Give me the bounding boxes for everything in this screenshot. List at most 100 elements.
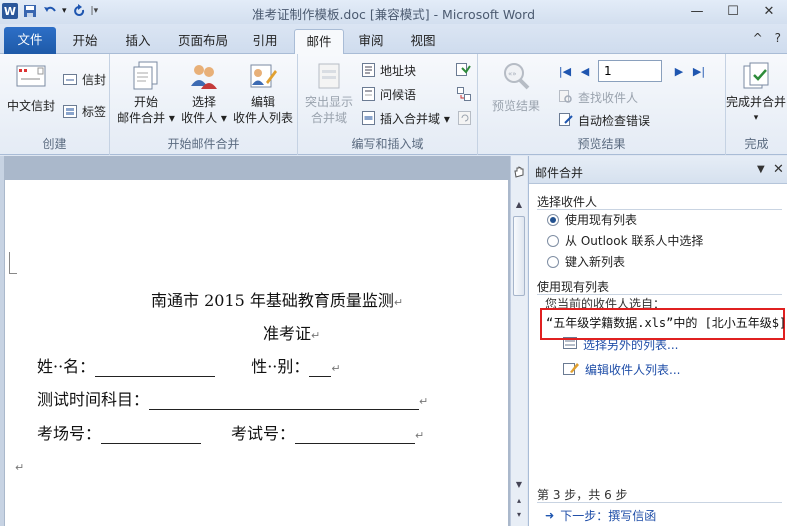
next-record-icon[interactable]: ▶ [672, 64, 686, 78]
edit-recipients-icon [563, 361, 579, 378]
match-fields-icon [456, 86, 472, 102]
test-time-field[interactable] [149, 396, 420, 410]
start-mail-merge-button[interactable]: 开始 邮件合并 ▾ [114, 60, 178, 126]
name-gender-row[interactable]: 姓··名： 性··别： ↵ [37, 353, 341, 377]
document-vertical-scrollbar[interactable]: ▲ ▼ ▴ ▾ [510, 156, 527, 526]
room-field[interactable] [101, 430, 202, 444]
envelopes-button[interactable]: 信封 [62, 70, 106, 88]
previous-page-icon[interactable]: ▴ [511, 494, 527, 508]
gender-field[interactable] [309, 363, 332, 377]
section-divider [537, 209, 782, 210]
rules-button[interactable] [456, 61, 472, 79]
recipient-source-text: “五年级学籍数据.xls”中的 [北小五年级$] [546, 316, 787, 330]
name-field[interactable] [95, 363, 216, 377]
group-write-insert-label: 编写和插入域 [351, 137, 424, 151]
vertical-ruler [0, 156, 4, 526]
finish-merge-icon [740, 60, 772, 92]
next-arrow-icon: ➜ [545, 509, 555, 522]
exam-number-field[interactable] [295, 430, 416, 444]
greeting-line-button[interactable]: 问候语 [360, 85, 416, 103]
edit-list-icon [247, 60, 279, 92]
start-merge-icon [130, 60, 162, 92]
edit-recipient-list-link[interactable]: 编辑收件人列表... [563, 361, 680, 378]
record-number-input[interactable] [598, 60, 662, 82]
tab-review[interactable]: 审阅 [346, 29, 396, 54]
scroll-up-icon[interactable]: ▲ [511, 198, 527, 212]
test-time-row[interactable]: 测试时间科目： ↵ [37, 386, 428, 410]
empty-paragraph[interactable]: ↵ [15, 456, 24, 475]
next-page-icon[interactable]: ▾ [511, 508, 527, 522]
room-exam-row[interactable]: 考场号： 考试号： ↵ [37, 420, 424, 444]
radio-type-new-list[interactable]: 键入新列表 [547, 253, 625, 270]
last-record-icon[interactable]: ▶| [692, 64, 706, 78]
mail-merge-pane: 邮件合并 ▼ ✕ 选择收件人 使用现有列表 从 Outlook 联系人中选择 键… [528, 156, 787, 526]
scroll-thumb[interactable] [513, 216, 525, 296]
finish-merge-button[interactable]: 完成并合并 ▾ [714, 60, 787, 126]
section-divider [537, 502, 782, 503]
check-errors-icon [558, 112, 574, 128]
pane-title: 邮件合并 [535, 166, 584, 180]
help-icon[interactable]: ? [775, 31, 781, 45]
address-block-icon [360, 62, 376, 78]
group-finish: 完成并合并 ▾ 完成 [726, 54, 787, 155]
close-button[interactable]: ✕ [751, 0, 787, 22]
radio-unselected-icon [547, 255, 559, 268]
envelopes-icon [62, 71, 78, 87]
tab-file[interactable]: 文件 [4, 27, 56, 54]
exam-number-label: 考试号： [231, 424, 296, 443]
collapse-ribbon-icon[interactable]: ^ [753, 31, 763, 45]
rules-icon [456, 62, 472, 78]
document-subtitle: 准考证 [263, 324, 312, 343]
group-write-insert: 突出显示 合并域 地址块 问候语 插入合并域 ▾ 编写和插入域 [298, 54, 478, 155]
document-subtitle-line[interactable]: 准考证↵ [263, 320, 320, 344]
find-recipient-button[interactable]: 查找收件人 [558, 88, 638, 106]
address-block-button[interactable]: 地址块 [360, 61, 416, 79]
highlight-merge-fields-button[interactable]: 突出显示 合并域 [300, 60, 358, 126]
preview-results-button[interactable]: «» 预览结果 [484, 60, 548, 114]
select-recipients-heading: 选择收件人 [537, 195, 598, 209]
first-record-icon[interactable]: |◀ [558, 64, 572, 78]
tab-insert[interactable]: 插入 [112, 29, 164, 54]
pan-hand-icon[interactable] [513, 166, 525, 178]
tab-view[interactable]: 视图 [398, 29, 448, 54]
group-preview-results-label: 预览结果 [577, 137, 626, 151]
room-label: 考场号： [37, 424, 102, 443]
recipients-icon [188, 60, 220, 92]
pane-header: 邮件合并 ▼ ✕ [529, 156, 787, 184]
radio-outlook-contacts[interactable]: 从 Outlook 联系人中选择 [547, 232, 703, 249]
chinese-envelope-button[interactable]: 中文信封 [4, 60, 58, 114]
auto-check-errors-button[interactable]: 自动检查错误 [558, 111, 650, 129]
step-indicator: 第 3 步，共 6 步 [537, 488, 628, 502]
tab-home[interactable]: 开始 [60, 29, 110, 54]
pane-menu-icon[interactable]: ▼ [757, 164, 765, 175]
radio-use-existing-list[interactable]: 使用现有列表 [547, 211, 637, 228]
tab-mailings[interactable]: 邮件 [294, 29, 344, 55]
maximize-button[interactable]: ☐ [715, 0, 751, 22]
preview-icon: «» [500, 60, 532, 92]
group-create-label: 创建 [42, 137, 67, 151]
edit-recipient-list-button[interactable]: 编辑 收件人列表 [228, 60, 298, 126]
tab-page-layout[interactable]: 页面布局 [168, 29, 238, 54]
match-fields-button[interactable] [456, 85, 472, 103]
tab-references[interactable]: 引用 [240, 29, 290, 54]
previous-record-icon[interactable]: ◀ [578, 64, 592, 78]
ribbon-tabs: 文件 开始 插入 页面布局 引用 邮件 审阅 视图 ^ ? [0, 24, 787, 55]
minimize-button[interactable]: — [679, 0, 715, 22]
group-finish-label: 完成 [744, 137, 769, 151]
document-title-line[interactable]: 南通市 2015 年基础教育质量监测↵ [151, 287, 403, 311]
next-step-link[interactable]: ➜ 下一步：撰写信函 [545, 507, 656, 524]
name-label: 姓··名： [37, 357, 96, 376]
select-recipients-button[interactable]: 选择 收件人 ▾ [178, 60, 230, 126]
document-page[interactable]: 南通市 2015 年基础教育质量监测↵ 准考证↵ 姓··名： 性··别： ↵ 测试时… [5, 180, 508, 526]
window-title: 准考证制作模板.doc [兼容模式] - Microsoft Word [251, 7, 536, 22]
insert-merge-field-button[interactable]: 插入合并域 ▾ [360, 109, 450, 127]
labels-icon [62, 103, 78, 119]
pane-close-icon[interactable]: ✕ [773, 162, 784, 177]
update-labels-button[interactable] [456, 109, 472, 127]
greeting-line-icon [360, 86, 376, 102]
labels-button[interactable]: 标签 [62, 102, 106, 120]
find-recipient-icon [558, 89, 574, 105]
envelope-icon [15, 60, 47, 92]
scroll-down-icon[interactable]: ▼ [511, 478, 527, 492]
update-labels-icon [456, 110, 472, 126]
